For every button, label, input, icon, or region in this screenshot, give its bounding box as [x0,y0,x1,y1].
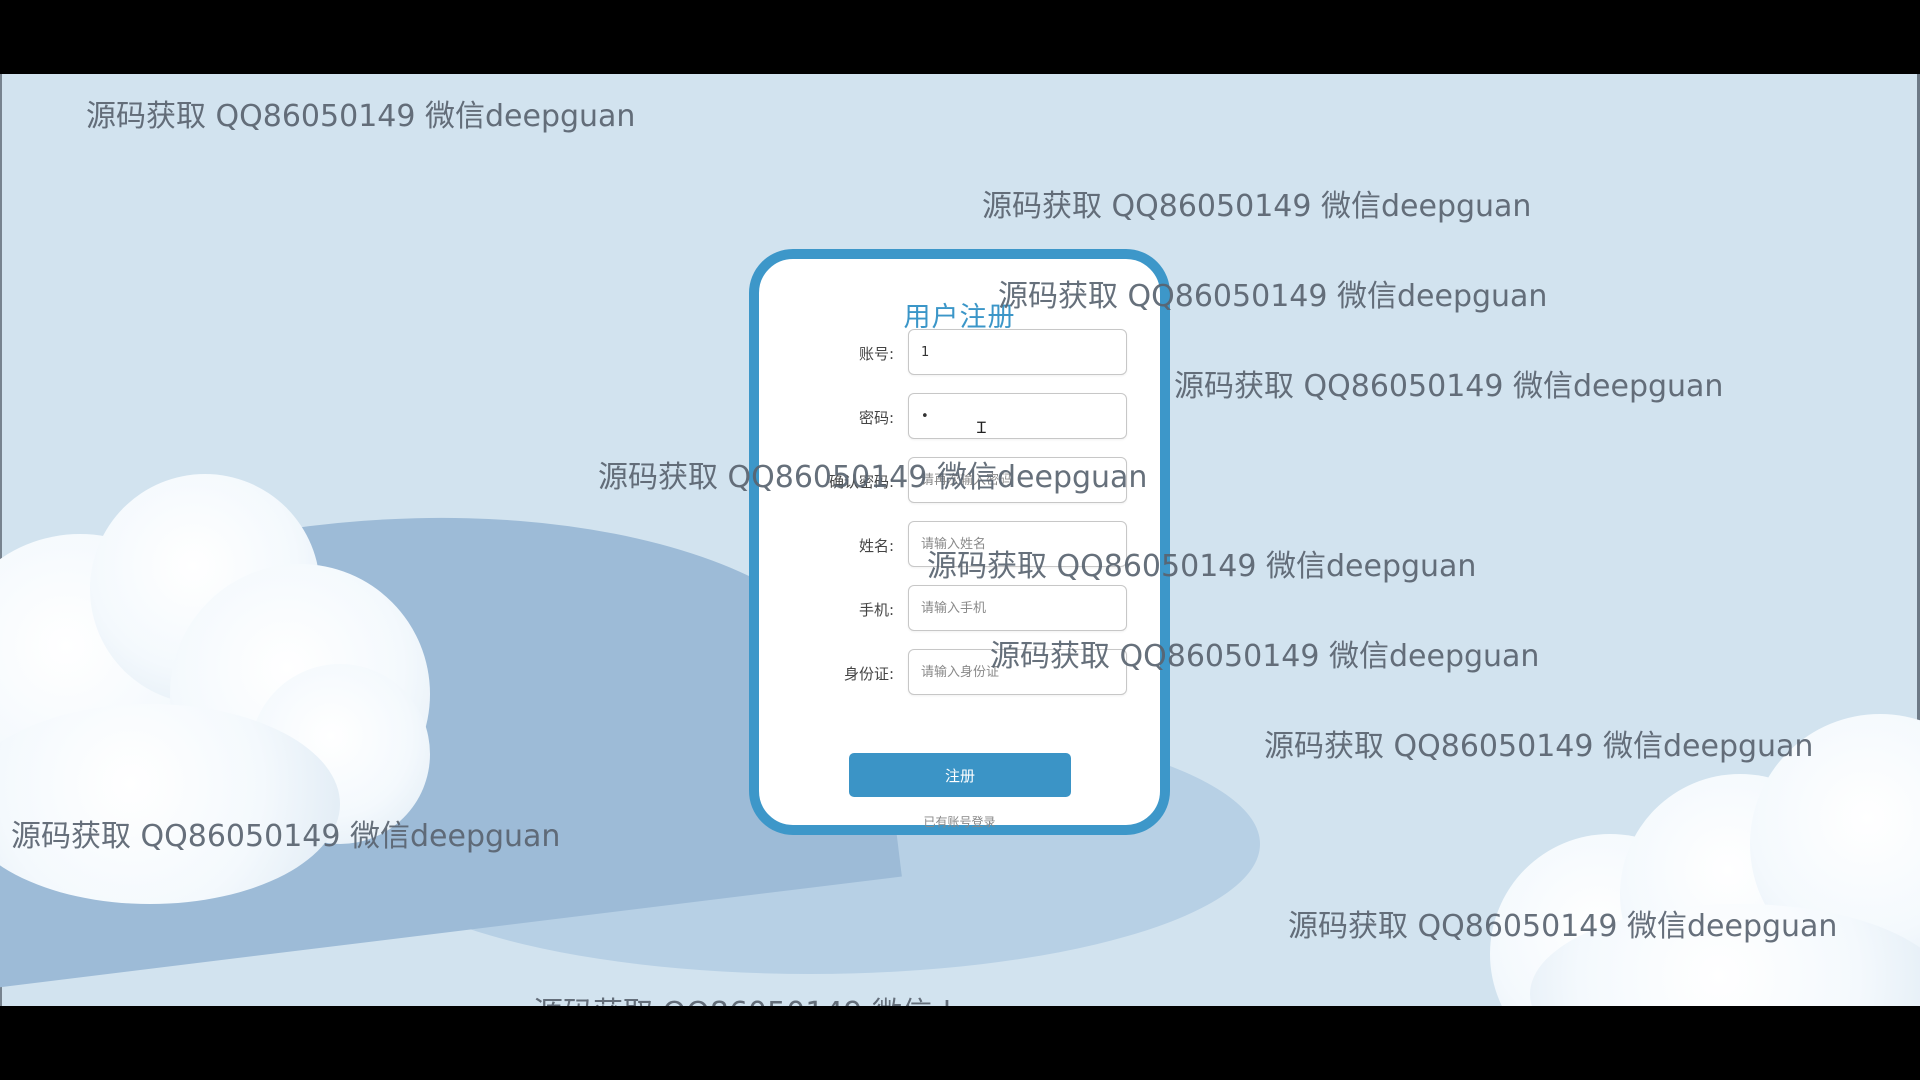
field-row-password: 密码: Ɪ [759,393,1160,439]
watermark-text: 源码获取 QQ86050149 微信deepguan [86,99,636,134]
cloud-right [1470,714,1920,1006]
name-label: 姓名: [858,537,894,555]
text-cursor-icon: Ɪ [977,418,986,437]
watermark-text: 源码获取 QQ86050149 微信deepguan [927,549,1477,584]
field-row-phone: 手机: [759,585,1160,631]
password-input[interactable] [908,393,1127,439]
id-card-label: 身份证: [843,665,894,683]
login-link[interactable]: 已有账号登录 [759,813,1160,830]
video-bottom-letterbox [0,1006,1920,1080]
phone-label: 手机: [858,601,894,619]
watermark-text: 源码获取 QQ86050149 微信deepguan [1174,369,1724,404]
field-row-account: 账号: [759,329,1160,375]
watermark-text: 源码获取 QQ86050149 微信deepguan [1288,909,1838,944]
watermark-text: 源码获取 QQ86050149 微信deepguan [990,639,1540,674]
page-background: 用户注册 账号: 密码: Ɪ 确认密码: 姓名: 手机: 身份证: 注册 已有账… [0,74,1920,1006]
password-label: 密码: [858,409,894,427]
watermark-text: 源码获取 QQ86050149 微信deepguan [533,988,1082,1006]
watermark-text: 源码获取 QQ86050149 微信deepguan [982,189,1532,224]
watermark-text: 源码获取 QQ86050149 微信deepguan [998,279,1548,314]
register-button[interactable]: 注册 [849,753,1071,797]
video-top-letterbox [0,0,1920,74]
watermark-text: 源码获取 QQ86050149 微信deepguan [598,460,1148,495]
watermark-text: 源码获取 QQ86050149 微信deepguan [11,819,561,854]
phone-input[interactable] [908,585,1127,631]
account-label: 账号: [858,345,894,363]
watermark-text: 源码获取 QQ86050149 微信deepguan [1264,729,1814,764]
account-input[interactable] [908,329,1127,375]
